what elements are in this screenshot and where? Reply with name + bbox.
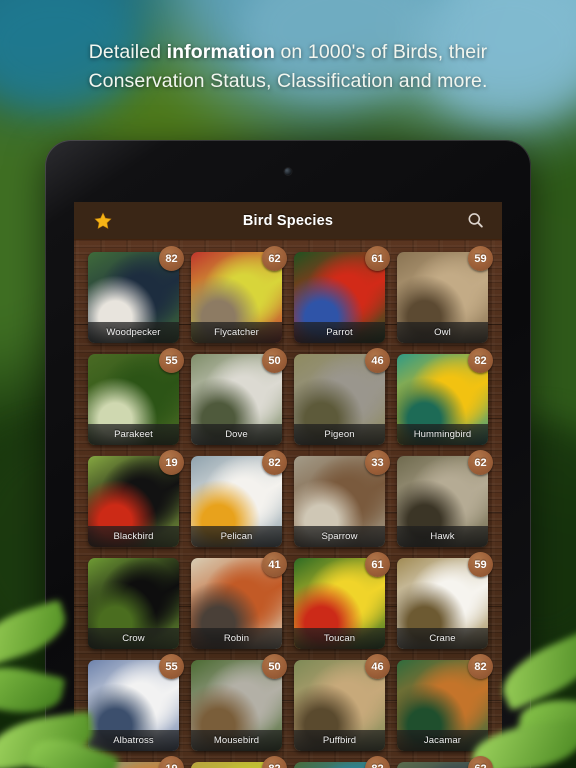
species-card-label: Mousebird [191,730,282,751]
species-count-badge: 61 [365,246,390,271]
species-count-badge: 59 [468,246,493,271]
species-count-badge: 50 [262,348,287,373]
species-count-badge: 82 [468,654,493,679]
species-card[interactable]: Flycatcher 62 [191,246,287,343]
species-card-label: Owl [397,322,488,343]
species-card-label: Jacamar [397,730,488,751]
species-card-label: Woodpecker [88,322,179,343]
species-card[interactable]: Mousebird 50 [191,654,287,751]
species-count-badge: 62 [468,450,493,475]
species-card[interactable]: Motmot82 [191,756,287,768]
species-card[interactable]: Woodpecker 82 [88,246,184,343]
species-card-label: Flycatcher [191,322,282,343]
app-title: Bird Species [242,212,334,229]
species-card-label: Parakeet [88,424,179,445]
favorites-button[interactable] [90,208,116,234]
species-card-label: Hummingbird [397,424,488,445]
tablet-device: Bird Species Woodpecker 82 Flycatcher 62 Par… [45,140,531,768]
species-card[interactable]: Trogon62 [397,756,493,768]
species-card[interactable]: Robin 41 [191,552,287,649]
star-icon [94,211,112,229]
front-camera-icon [284,168,292,175]
headline-part-pre: Detailed [88,41,167,63]
app-screen: Bird Species Woodpecker 82 Flycatcher 62 Par… [74,202,502,768]
species-card[interactable]: Blackbird 19 [88,450,184,547]
species-card[interactable]: Parakeet 55 [88,348,184,445]
app-header-bar: Bird Species [74,202,502,240]
species-count-badge: 62 [262,246,287,271]
species-card[interactable]: Jacamar 82 [397,654,493,751]
species-card[interactable]: Owl 59 [397,246,493,343]
search-button[interactable] [462,208,488,234]
species-count-badge: 59 [468,552,493,577]
species-card[interactable]: Dove 50 [191,348,287,445]
species-count-badge: 19 [159,756,184,768]
species-card-label: Puffbird [294,730,385,751]
species-card-label: Albatross [88,730,179,751]
search-icon [468,213,483,228]
species-count-badge: 82 [262,756,287,768]
species-count-badge: 50 [262,654,287,679]
species-card[interactable]: Puffbird 46 [294,654,390,751]
species-count-badge: 61 [365,552,390,577]
species-count-badge: 82 [365,756,390,768]
headline-line-1: Detailed information on 1000's of Birds,… [89,41,488,63]
species-count-badge: 62 [468,756,493,768]
species-card[interactable]: Hawk 62 [397,450,493,547]
species-card-label: Sparrow [294,526,385,547]
species-grid-container[interactable]: Woodpecker 82 Flycatcher 62 Parrot 61 Owl 59 Par… [74,240,502,768]
species-card[interactable]: Albatross 55 [88,654,184,751]
species-card-label: Toucan [294,628,385,649]
species-count-badge: 55 [159,348,184,373]
species-count-badge: 82 [468,348,493,373]
headline-line-2: Conservation Status, Classification and … [88,70,488,92]
species-card-label: Pigeon [294,424,385,445]
species-card-inner: Crow [88,558,179,649]
species-card-label: Crow [88,628,179,649]
species-count-badge: 46 [365,654,390,679]
species-count-badge: 82 [159,246,184,271]
species-card[interactable]: Pigeon 46 [294,348,390,445]
species-count-badge: 41 [262,552,287,577]
species-grid: Woodpecker 82 Flycatcher 62 Parrot 61 Owl 59 Par… [88,246,493,768]
species-card-label: Hawk [397,526,488,547]
species-card-label: Dove [191,424,282,445]
species-card[interactable]: Kingfisher82 [294,756,390,768]
species-card-label: Pelican [191,526,282,547]
species-count-badge: 19 [159,450,184,475]
species-card[interactable]: Pelican 82 [191,450,287,547]
page-headline: Detailed information on 1000's of Birds,… [0,38,576,96]
species-card[interactable]: Hoopoe19 [88,756,184,768]
headline-emphasis: information [166,41,275,63]
headline-part-post: on 1000's of Birds, their [274,41,488,63]
species-card[interactable]: Crane 59 [397,552,493,649]
species-count-badge: 82 [262,450,287,475]
species-card-label: Blackbird [88,526,179,547]
species-card[interactable]: Toucan 61 [294,552,390,649]
species-count-badge: 55 [159,654,184,679]
species-card-label: Parrot [294,322,385,343]
species-card[interactable]: Hummingbird 82 [397,348,493,445]
species-count-badge: 33 [365,450,390,475]
species-card[interactable]: Crow [88,558,179,649]
species-card-label: Robin [191,628,282,649]
species-count-badge: 46 [365,348,390,373]
species-card[interactable]: Parrot 61 [294,246,390,343]
species-card-label: Crane [397,628,488,649]
species-card[interactable]: Sparrow 33 [294,450,390,547]
